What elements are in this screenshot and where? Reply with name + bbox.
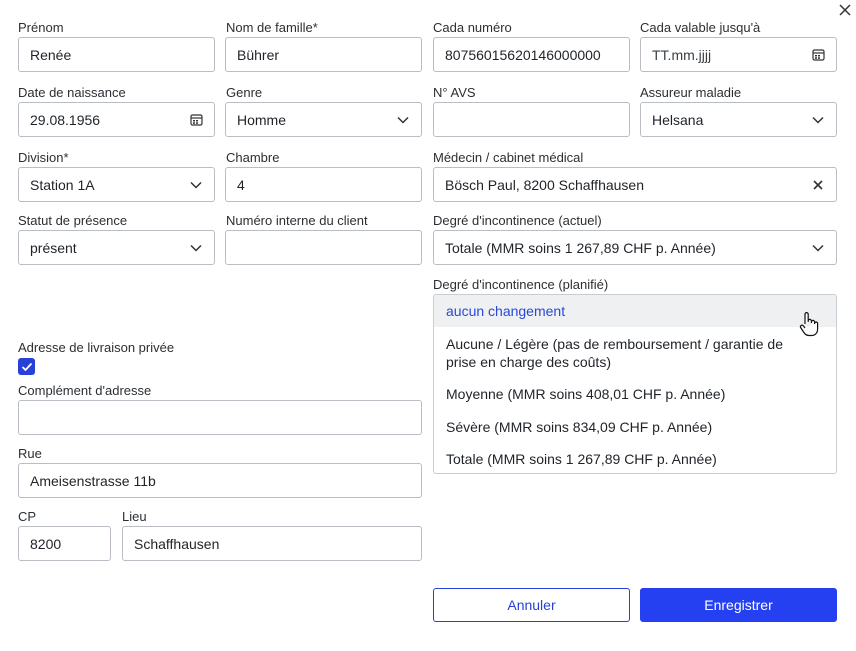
prenom-value: Renée bbox=[30, 46, 72, 63]
nom-label: Nom de famille* bbox=[226, 20, 318, 35]
adresse-privee-checkbox[interactable] bbox=[18, 358, 35, 375]
cp-label: CP bbox=[18, 509, 37, 524]
incontinence-planifie-dropdown[interactable]: aucun changement Aucune / Légère (pas de… bbox=[433, 294, 837, 474]
genre-value: Homme bbox=[237, 111, 287, 128]
division-select[interactable]: Station 1A bbox=[18, 167, 215, 202]
rue-value: Ameisenstrasse 11b bbox=[30, 472, 156, 489]
rue-input[interactable]: Ameisenstrasse 11b bbox=[18, 463, 422, 498]
cada-numero-label: Cada numéro bbox=[433, 20, 512, 35]
numero-interne-label: Numéro interne du client bbox=[226, 213, 368, 228]
prenom-label: Prénom bbox=[18, 20, 64, 35]
division-value: Station 1A bbox=[30, 176, 95, 193]
incontinence-planifie-label: Degré d'incontinence (planifié) bbox=[433, 277, 609, 292]
genre-label: Genre bbox=[226, 85, 263, 100]
chevron-down-icon bbox=[189, 241, 203, 255]
division-label: Division* bbox=[18, 150, 69, 165]
cp-value: 8200 bbox=[30, 535, 62, 552]
statut-label: Statut de présence bbox=[18, 213, 128, 228]
calendar-icon[interactable] bbox=[189, 113, 203, 127]
dropdown-option-label: aucun changement bbox=[446, 303, 566, 319]
lieu-label: Lieu bbox=[122, 509, 147, 524]
date-naissance-value: 29.08.1956 bbox=[30, 111, 101, 128]
genre-select[interactable]: Homme bbox=[225, 102, 422, 137]
save-button[interactable]: Enregistrer bbox=[640, 588, 837, 622]
statut-select[interactable]: présent bbox=[18, 230, 215, 265]
complement-input[interactable] bbox=[18, 400, 422, 435]
chambre-label: Chambre bbox=[226, 150, 280, 165]
dropdown-option-label: Aucune / Légère (pas de remboursement / … bbox=[446, 336, 783, 370]
cada-numero-value: 80756015620146000000 bbox=[445, 46, 601, 63]
dropdown-option[interactable]: Moyenne (MMR soins 408,01 CHF p. Année) bbox=[434, 385, 836, 403]
nom-value: Bührer bbox=[237, 46, 280, 63]
statut-value: présent bbox=[30, 239, 77, 256]
close-icon[interactable] bbox=[838, 3, 852, 17]
medecin-input[interactable]: Bösch Paul, 8200 Schaffhausen bbox=[433, 167, 837, 202]
assureur-select[interactable]: Helsana bbox=[640, 102, 837, 137]
date-naissance-input[interactable]: 29.08.1956 bbox=[18, 102, 215, 137]
dropdown-option-label: Totale (MMR soins 1 267,89 CHF p. Année) bbox=[446, 451, 717, 467]
dropdown-option-label: Sévère (MMR soins 834,09 CHF p. Année) bbox=[446, 419, 713, 435]
chevron-down-icon bbox=[396, 113, 410, 127]
calendar-icon[interactable] bbox=[811, 48, 825, 62]
incontinence-actuel-label: Degré d'incontinence (actuel) bbox=[433, 213, 602, 228]
chevron-down-icon bbox=[811, 241, 825, 255]
dropdown-option[interactable]: Totale (MMR soins 1 267,89 CHF p. Année) bbox=[434, 450, 836, 468]
medecin-value: Bösch Paul, 8200 Schaffhausen bbox=[445, 176, 645, 193]
cancel-button[interactable]: Annuler bbox=[433, 588, 630, 622]
lieu-value: Schaffhausen bbox=[134, 535, 220, 552]
assureur-label: Assureur maladie bbox=[640, 85, 742, 100]
cp-input[interactable]: 8200 bbox=[18, 526, 111, 561]
lieu-input[interactable]: Schaffhausen bbox=[122, 526, 422, 561]
dropdown-option[interactable]: aucun changement bbox=[434, 295, 836, 327]
checkmark-icon bbox=[21, 362, 33, 372]
chambre-value: 4 bbox=[237, 176, 245, 193]
assureur-value: Helsana bbox=[652, 111, 704, 128]
chambre-input[interactable]: 4 bbox=[225, 167, 422, 202]
rue-label: Rue bbox=[18, 446, 42, 461]
cada-valable-input[interactable]: TT.mm.jjjj bbox=[640, 37, 837, 72]
adresse-privee-label: Adresse de livraison privée bbox=[18, 340, 175, 355]
dropdown-option[interactable]: Aucune / Légère (pas de remboursement / … bbox=[434, 335, 836, 371]
cada-valable-placeholder: TT.mm.jjjj bbox=[652, 46, 712, 63]
hand-pointer-icon bbox=[799, 311, 819, 337]
nom-input[interactable]: Bührer bbox=[225, 37, 422, 72]
complement-label: Complément d'adresse bbox=[18, 383, 152, 398]
cada-numero-input[interactable]: 80756015620146000000 bbox=[433, 37, 630, 72]
numero-interne-input[interactable] bbox=[225, 230, 422, 265]
chevron-down-icon bbox=[189, 178, 203, 192]
cada-valable-label: Cada valable jusqu'à bbox=[640, 20, 761, 35]
avs-label: N° AVS bbox=[433, 85, 476, 100]
clear-icon[interactable] bbox=[811, 178, 825, 192]
incontinence-actuel-value: Totale (MMR soins 1 267,89 CHF p. Année) bbox=[445, 239, 716, 256]
dropdown-option[interactable]: Sévère (MMR soins 834,09 CHF p. Année) bbox=[434, 418, 836, 436]
incontinence-actuel-select[interactable]: Totale (MMR soins 1 267,89 CHF p. Année) bbox=[433, 230, 837, 265]
chevron-down-icon bbox=[811, 113, 825, 127]
dropdown-option-label: Moyenne (MMR soins 408,01 CHF p. Année) bbox=[446, 386, 726, 402]
avs-input[interactable] bbox=[433, 102, 630, 137]
prenom-input[interactable]: Renée bbox=[18, 37, 215, 72]
medecin-label: Médecin / cabinet médical bbox=[433, 150, 584, 165]
date-naissance-label: Date de naissance bbox=[18, 85, 126, 100]
